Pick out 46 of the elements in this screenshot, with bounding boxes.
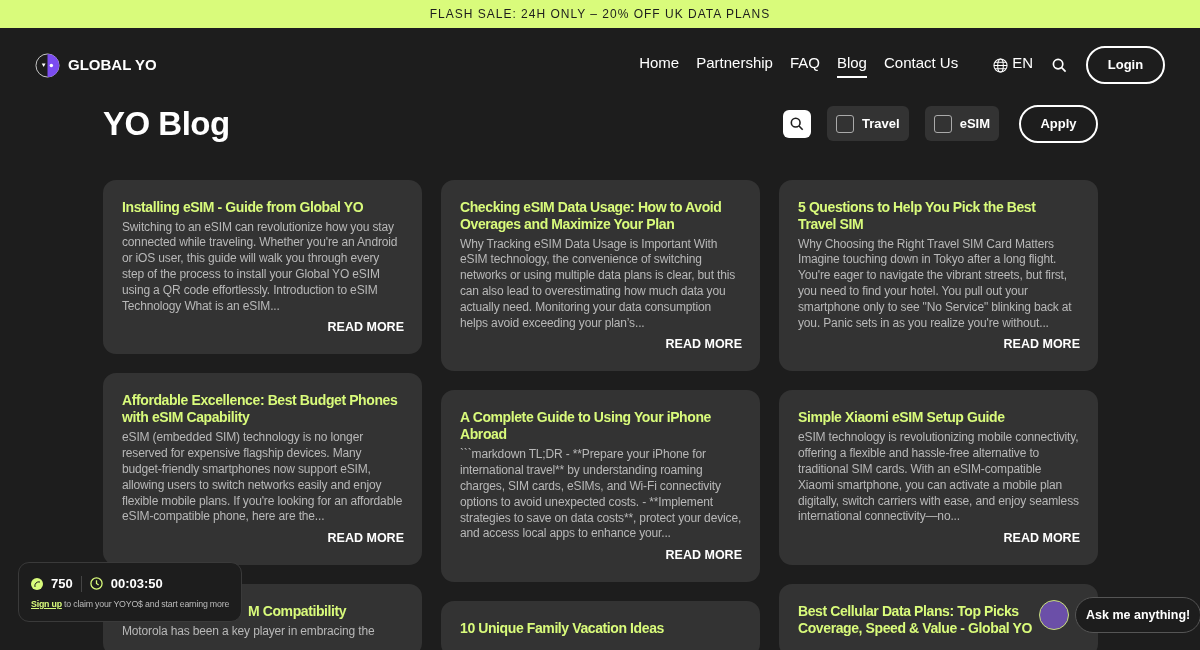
post-excerpt: eSIM technology is revolutionizing mobile connectivity, offering a flexible and hassle-free alternative to traditional SIM cards. With an eSIM-compatible Xiaomi smartphone, you can activate a mobile plan digitally, switch carriers with ease, and enjoy seamless international connectivity—no... (798, 430, 1080, 526)
brand-name[interactable]: GLOBAL YO (68, 53, 157, 77)
post-title[interactable]: A Complete Guide to Using Your iPhone Abroad (460, 409, 742, 444)
post-title[interactable]: Simple Xiaomi eSIM Setup Guide (798, 409, 1036, 427)
read-more-link[interactable]: READ MORE (665, 337, 742, 352)
filter-checkbox[interactable]: Travel (827, 106, 909, 142)
search-button[interactable] (783, 109, 812, 138)
read-more-link[interactable]: READ MORE (1003, 531, 1080, 546)
nav-link[interactable]: Home (639, 51, 680, 79)
post-title[interactable]: Checking eSIM Data Usage: How to Avoid Overages and Maximize Your Plan (460, 198, 742, 233)
post-excerpt: eSIM (embedded SIM) technology is no longer reserved for expensive flagship devices. Many budget-friendly smartphones now support eSIM, allowing users to switch networks easily and enjoy flexible mobile plans. If you're looking for an affordable eSIM-compatible phone, here are the... (122, 430, 404, 526)
post-excerpt: Motorola has been a key player in embracing the (122, 624, 376, 640)
points-count: 750 (51, 575, 73, 593)
filter-checkbox[interactable]: eSIM (924, 106, 999, 142)
nav-link[interactable]: Contact Us (883, 51, 959, 79)
apply-button[interactable]: Apply (1019, 104, 1098, 143)
post-excerpt: Why Choosing the Right Travel SIM Card Matters Imagine touching down in Tokyo after a long flight. You're eager to navigate the vibrant streets, but first, you need to find your hotel. You pull out your smartphone only to see "No Service" blinking back at you. Panic sets in as you realize you're without... (798, 236, 1073, 332)
post-title[interactable]: Affordable Excellence: Best Budget Phones with eSIM Capability (122, 392, 404, 427)
post-excerpt: Why Tracking eSIM Data Usage is Important With eSIM technology, the convenience of switching networks or using multiple data plans is clear, but this can also lead to overestimating how much data you actually need. Monitoring your data consumption helps avoid exceeding your plan’s... (460, 236, 737, 332)
nav-link[interactable]: FAQ (789, 51, 820, 79)
nav-link[interactable]: Partnership (696, 51, 773, 79)
post-card[interactable]: 10 Unique Family Vacation Ideas (441, 601, 760, 650)
chat-button[interactable]: Ask me anything! (1075, 597, 1200, 633)
read-more-link[interactable]: READ MORE (327, 320, 404, 335)
search-icon (790, 116, 805, 131)
post-title[interactable]: 10 Unique Family Vacation Ideas (460, 620, 742, 638)
promo-text: FLASH SALE: 24H ONLY – 20% OFF UK DATA PLANS (429, 7, 771, 21)
language-selector[interactable]: EN (1012, 51, 1033, 79)
read-more-link[interactable]: READ MORE (665, 548, 742, 563)
post-title[interactable]: Installing eSIM - Guide from Global YO (122, 198, 404, 216)
post-title[interactable]: Best Cellular Data Plans: Top Picks Coverage, Speed & Value - Global YO (798, 603, 1036, 638)
login-button[interactable]: Login (1086, 46, 1165, 84)
read-more-link[interactable]: READ MORE (1003, 337, 1080, 352)
signup-link[interactable]: Sign up (31, 598, 62, 609)
post-excerpt: Switching to an eSIM can revolutionize how you stay connected while traveling. Whether you're an Android or iOS user, this guide will walk you through every step of the process to install your Global YO eSIM using a QR code effortlessly. Introduction to eSIM Technology What is an eSIM... (122, 219, 399, 315)
page-title: YO Blog (103, 104, 230, 144)
search-icon[interactable] (1052, 57, 1067, 73)
read-more-link[interactable]: READ MORE (327, 531, 404, 546)
coin-icon (31, 577, 43, 590)
nav-link[interactable]: Blog (836, 51, 867, 79)
post-excerpt: ```markdown TL;DR - **Prepare your iPhone for international travel** by understanding roaming charges, SIM cards, eSIMs, and Wi-Fi connectivity options to avoid unexpected costs. - **Implement strategies to save on data costs**, protect your device, and access local apps to enhance your... (460, 447, 742, 543)
logo-icon[interactable] (35, 52, 60, 78)
post-card[interactable] (103, 373, 422, 566)
clock-icon (89, 577, 103, 591)
post-title[interactable]: 5 Questions to Help You Pick the Best Travel SIM (798, 198, 1036, 233)
globe-icon[interactable] (993, 57, 1009, 73)
